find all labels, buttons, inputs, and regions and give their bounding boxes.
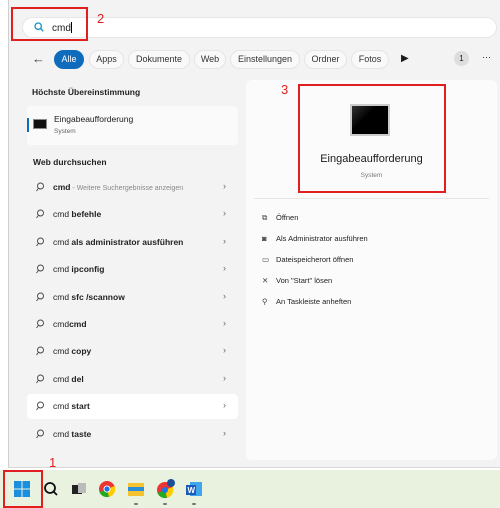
web-suggestion-item[interactable]: cmd - Weitere Suchergebnisse anzeigen › — [27, 175, 238, 200]
suggestion-text: cmd copy — [53, 346, 92, 357]
search-icon — [36, 182, 44, 192]
action-unpin[interactable]: ✕ Von "Start" lösen — [262, 276, 332, 285]
chevron-right-icon[interactable]: › — [223, 318, 226, 328]
search-input[interactable]: cmd — [22, 17, 497, 38]
word-icon: W — [186, 482, 202, 496]
file-explorer-button[interactable] — [125, 478, 147, 505]
action-pin[interactable]: ⚲ An Taskleiste anheften — [262, 297, 351, 306]
annotation-box-result — [298, 84, 446, 193]
suggestion-text: cmd sfc /scannow — [53, 291, 125, 302]
play-more-tabs-icon[interactable]: ▶ — [401, 53, 409, 64]
chrome-profile-button[interactable] — [154, 478, 176, 505]
task-view-button[interactable] — [68, 478, 90, 500]
divider — [254, 198, 489, 199]
cmd-app-icon — [33, 119, 47, 129]
tab-apps[interactable]: Apps — [89, 50, 124, 69]
chevron-right-icon[interactable]: › — [223, 236, 226, 246]
web-suggestion-item[interactable]: cmd befehle › — [27, 202, 238, 227]
web-suggestion-item[interactable]: cmd sfc /scannow › — [27, 285, 238, 310]
annotation-2: 2 — [97, 11, 105, 26]
best-match-subtitle: System — [54, 128, 76, 135]
search-icon — [36, 319, 44, 329]
suggestion-text: cmd befehle — [53, 209, 102, 220]
search-icon — [36, 401, 44, 411]
action-folder[interactable]: ▭ Dateispeicherort öffnen — [262, 255, 353, 264]
web-suggestion-item[interactable]: cmdcmd › — [27, 312, 238, 337]
open-external-icon: ⧉ — [262, 213, 268, 222]
suggestion-text: cmd - Weitere Suchergebnisse anzeigen — [53, 182, 184, 192]
web-suggestion-item[interactable]: cmd als administrator ausführen › — [27, 230, 238, 255]
tab-dokumente[interactable]: Dokumente — [128, 50, 190, 69]
search-icon — [36, 264, 44, 274]
admin-shield-icon: ◙ — [262, 234, 267, 243]
chevron-right-icon[interactable]: › — [223, 263, 226, 273]
annotation-1: 1 — [49, 455, 57, 470]
svg-text:W: W — [188, 486, 196, 495]
tab-ordner[interactable]: Ordner — [304, 50, 347, 69]
web-suggestion-item[interactable]: cmd copy › — [27, 339, 238, 364]
chevron-right-icon[interactable]: › — [223, 373, 226, 383]
action-open-external[interactable]: ⧉ Öffnen — [262, 213, 298, 223]
annotation-box-search — [11, 7, 88, 41]
action-admin-shield[interactable]: ◙ Als Administrator ausführen — [262, 234, 368, 243]
best-match-heading: Höchste Übereinstimmung — [32, 87, 141, 97]
tab-web[interactable]: Web — [194, 50, 226, 69]
web-suggestion-item[interactable]: cmd del › — [27, 367, 238, 392]
suggestion-text: cmd taste — [53, 428, 92, 439]
chevron-right-icon[interactable]: › — [223, 400, 226, 410]
suggestion-text: cmd del — [53, 373, 84, 384]
tab-fotos[interactable]: Fotos — [351, 50, 389, 69]
rewards-badge[interactable]: 1 — [454, 51, 469, 66]
chevron-right-icon[interactable]: › — [223, 428, 226, 438]
suggestion-text: cmd start — [53, 401, 90, 412]
unpin-icon: ✕ — [262, 276, 269, 285]
chevron-right-icon[interactable]: › — [223, 291, 226, 301]
tab-einstellungen[interactable]: Einstellungen — [230, 50, 300, 69]
folder-icon: ▭ — [262, 255, 270, 264]
search-icon — [36, 374, 44, 384]
search-icon — [36, 237, 44, 247]
tab-alle[interactable]: Alle — [54, 50, 84, 69]
more-options-button[interactable]: ··· — [482, 52, 491, 62]
annotation-box-start — [3, 470, 43, 508]
best-match-title: Eingabeaufforderung — [54, 114, 134, 124]
search-icon — [36, 209, 44, 219]
back-arrow-icon[interactable]: ← — [32, 51, 45, 66]
annotation-3: 3 — [281, 82, 289, 97]
chevron-right-icon[interactable]: › — [223, 208, 226, 218]
word-button[interactable]: W — [183, 478, 205, 505]
selection-indicator — [27, 118, 29, 132]
web-search-heading: Web durchsuchen — [33, 157, 107, 167]
web-suggestion-item[interactable]: cmd taste › — [27, 422, 238, 447]
suggestion-text: cmd ipconfig — [53, 264, 105, 275]
task-view-icon — [72, 483, 86, 494]
chrome-icon — [99, 481, 116, 498]
search-icon — [36, 429, 44, 438]
folder-icon — [128, 483, 144, 496]
chrome-icon — [157, 479, 175, 499]
suggestion-text: cmdcmd — [53, 319, 87, 329]
suggestion-text: cmd als administrator ausführen — [53, 236, 184, 247]
web-suggestion-item[interactable]: cmd ipconfig › — [27, 257, 238, 282]
search-icon — [36, 292, 44, 301]
chrome-button[interactable] — [96, 478, 118, 500]
chevron-right-icon[interactable]: › — [223, 181, 226, 191]
search-icon — [36, 346, 44, 356]
chevron-right-icon[interactable]: › — [223, 345, 226, 355]
taskbar-search-button[interactable] — [40, 478, 62, 500]
web-suggestion-item[interactable]: cmd start › — [27, 394, 238, 420]
best-match-item[interactable]: Eingabeaufforderung System — [27, 106, 238, 145]
pin-icon: ⚲ — [262, 297, 268, 306]
search-icon — [44, 482, 58, 496]
